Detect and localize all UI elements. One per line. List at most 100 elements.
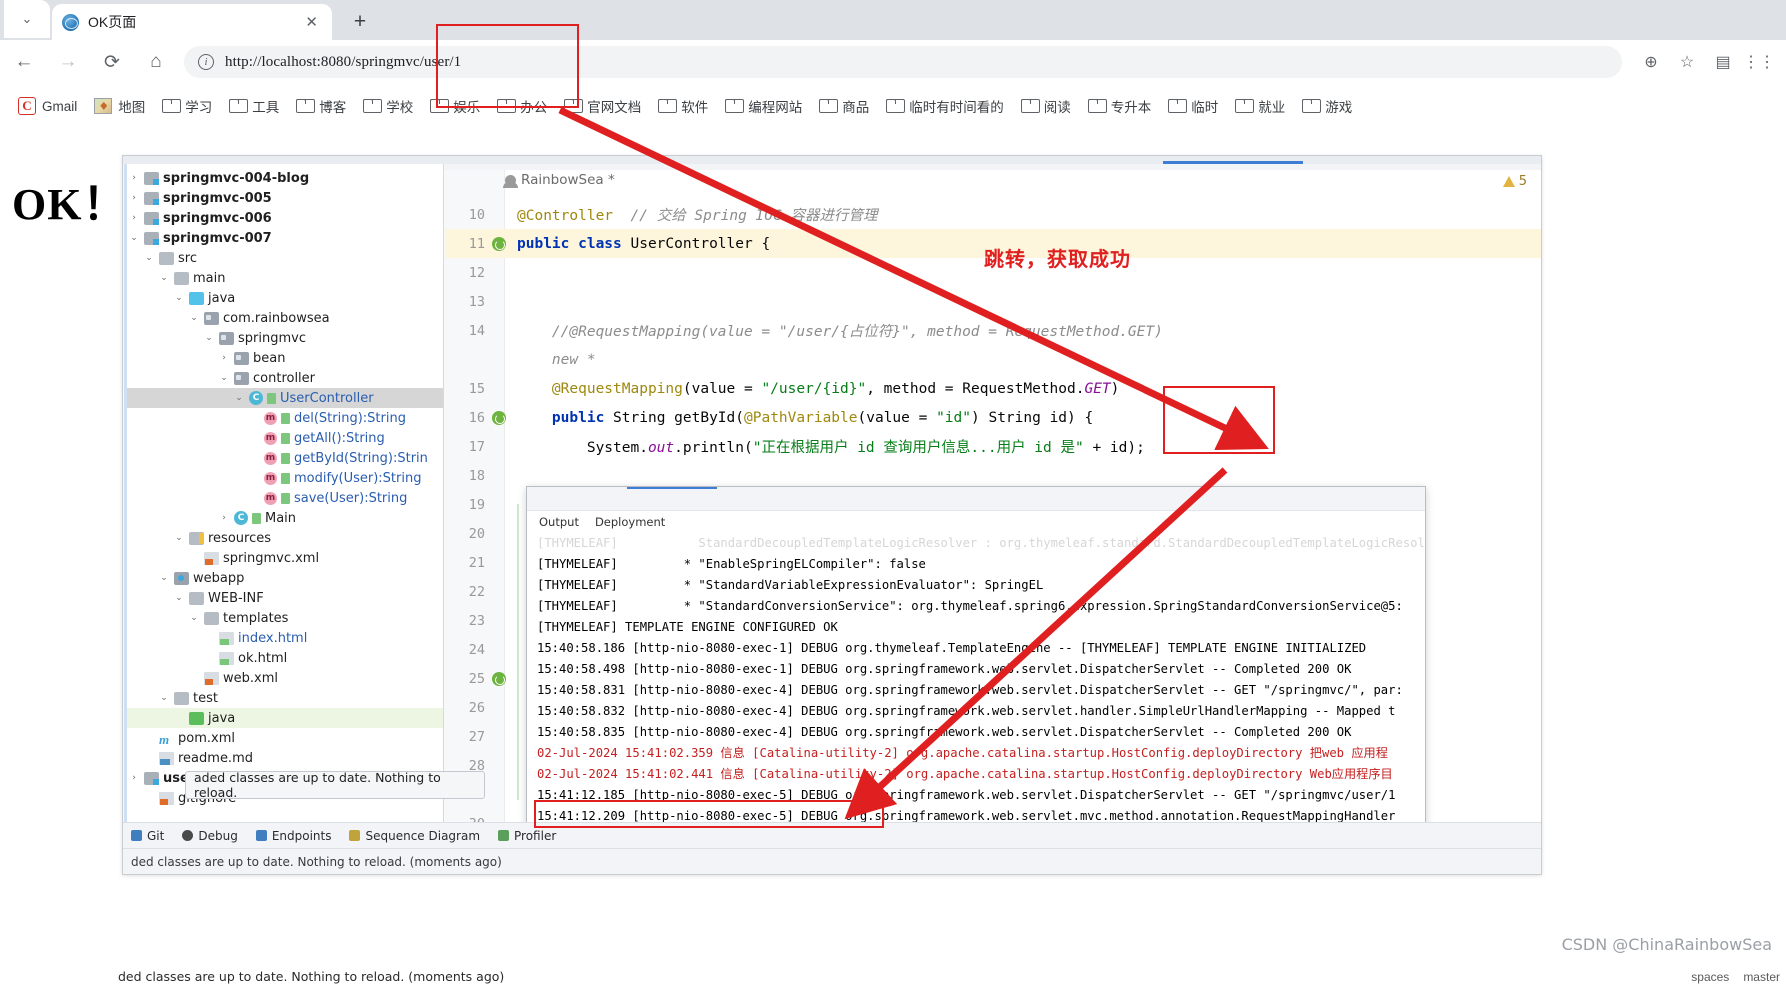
tree-item[interactable]: m getById(String):Strin — [124, 448, 443, 468]
bookmark-item[interactable]: 学习 — [154, 92, 220, 120]
bookmark-item[interactable]: 博客 — [288, 92, 354, 120]
spring-bean-gutter-icon[interactable] — [491, 236, 507, 251]
tree-item[interactable]: m save(User):String — [124, 488, 443, 508]
method-icon: m — [264, 431, 277, 445]
browser-menu-icon[interactable]: ⋮⋮ — [1742, 45, 1776, 79]
bookmark-item[interactable]: 软件 — [650, 92, 716, 120]
tree-item[interactable]: m modify(User):String — [124, 468, 443, 488]
chevron-down-icon[interactable]: ⌄ — [188, 613, 200, 623]
tree-item[interactable]: › C Main — [124, 508, 443, 528]
bookmark-item[interactable]: 阅读 — [1013, 92, 1079, 120]
tree-item[interactable]: ⌄ WEB-INF — [124, 588, 443, 608]
tree-item[interactable]: ok.html — [124, 648, 443, 668]
reload-icon[interactable]: ⟳ — [92, 42, 132, 82]
forward-icon[interactable]: → — [48, 42, 88, 82]
status-message-duplicate: ded classes are up to date. Nothing to r… — [118, 969, 505, 984]
bookmark-item[interactable]: 办公 — [489, 92, 555, 120]
tree-item[interactable]: java — [124, 708, 443, 728]
chevron-right-icon[interactable]: › — [128, 213, 140, 223]
chevron-down-icon[interactable]: ⌄ — [203, 333, 215, 343]
chevron-down-icon[interactable]: ⌄ — [143, 253, 155, 263]
chevron-down-icon[interactable]: ⌄ — [173, 533, 185, 543]
tab-search-button[interactable]: ⌄ — [4, 0, 50, 38]
run-console-panel[interactable]: Output Deployment [THYMELEAF] StandardDec… — [526, 486, 1426, 874]
tree-item[interactable]: ⌄ java — [124, 288, 443, 308]
chevron-right-icon[interactable]: › — [218, 513, 230, 523]
tool-sequence-diagram[interactable]: Sequence Diagram — [349, 829, 480, 843]
tool-window-bar[interactable]: Git Debug Endpoints Sequence Diagram Pro… — [123, 822, 1541, 848]
bookmark-item[interactable]: 就业 — [1227, 92, 1293, 120]
console-tabs[interactable]: Output Deployment — [527, 511, 1425, 533]
bookmark-item[interactable]: C Gmail — [10, 93, 85, 119]
new-tab-button[interactable]: + — [345, 7, 375, 37]
tree-item[interactable]: › springmvc-004-blog — [124, 168, 443, 188]
chevron-down-icon[interactable]: ⌄ — [158, 573, 170, 583]
tree-item[interactable]: ⌄ C UserController — [124, 388, 443, 408]
tree-item[interactable]: ⌄ springmvc — [124, 328, 443, 348]
tree-item[interactable]: ⌄ controller — [124, 368, 443, 388]
bookmark-star-icon[interactable]: ☆ — [1670, 45, 1704, 79]
close-icon[interactable]: ✕ — [301, 13, 322, 31]
tree-item[interactable]: ⌄ test — [124, 688, 443, 708]
tree-item[interactable]: m del(String):String — [124, 408, 443, 428]
project-tree-panel[interactable]: › springmvc-004-blog › springmvc-005 › spring… — [124, 164, 444, 824]
tree-item[interactable]: readme.md — [124, 748, 443, 768]
bookmark-item[interactable]: 地图 — [86, 92, 153, 120]
tree-item[interactable]: › bean — [124, 348, 443, 368]
chevron-down-icon[interactable]: ⌄ — [173, 593, 185, 603]
bookmark-item[interactable]: 专升本 — [1080, 92, 1160, 120]
bookmark-item[interactable]: 临时 — [1160, 92, 1226, 120]
tree-item[interactable]: ⌄ resources — [124, 528, 443, 548]
split-view-icon[interactable]: ▤ — [1706, 45, 1740, 79]
chevron-right-icon[interactable]: › — [128, 193, 140, 203]
tree-item[interactable]: m pom.xml — [124, 728, 443, 748]
bookmark-item[interactable]: 临时有时间看的 — [878, 92, 1012, 120]
tree-item[interactable]: ⌄ webapp — [124, 568, 443, 588]
chevron-down-icon[interactable]: ⌄ — [128, 233, 140, 243]
chevron-down-icon[interactable]: ⌄ — [188, 313, 200, 323]
spring-bean-gutter-icon[interactable] — [491, 671, 507, 686]
tree-item[interactable]: ⌄ src — [124, 248, 443, 268]
back-icon[interactable]: ← — [4, 42, 44, 82]
console-tab[interactable]: Deployment — [595, 515, 665, 529]
tree-item[interactable]: ⌄ com.rainbowsea — [124, 308, 443, 328]
chevron-right-icon[interactable]: › — [128, 173, 140, 183]
home-icon[interactable]: ⌂ — [136, 42, 176, 82]
line-number: 15 — [468, 380, 485, 397]
tree-item[interactable]: web.xml — [124, 668, 443, 688]
bookmark-item[interactable]: 娱乐 — [422, 92, 488, 120]
chevron-down-icon[interactable]: ⌄ — [233, 393, 245, 403]
tree-item[interactable]: m getAll():String — [124, 428, 443, 448]
chevron-down-icon[interactable]: ⌄ — [218, 373, 230, 383]
spring-bean-gutter-icon[interactable] — [491, 410, 507, 425]
tool-endpoints[interactable]: Endpoints — [255, 829, 331, 843]
tree-item[interactable]: › springmvc-005 — [124, 188, 443, 208]
chevron-down-icon[interactable]: ⌄ — [158, 273, 170, 283]
browser-tab[interactable]: OK页面 ✕ — [52, 4, 332, 40]
site-info-icon[interactable]: i — [198, 54, 214, 70]
tree-item[interactable]: springmvc.xml — [124, 548, 443, 568]
tool-profiler[interactable]: Profiler — [498, 829, 556, 843]
bookmark-item[interactable]: 编程网站 — [717, 92, 810, 120]
bookmark-item[interactable]: 商品 — [811, 92, 877, 120]
chevron-down-icon[interactable]: ⌄ — [158, 693, 170, 703]
zoom-icon[interactable]: ⊕ — [1634, 45, 1668, 79]
bookmark-item[interactable]: 游戏 — [1294, 92, 1360, 120]
inspection-warning-badge[interactable]: 5 — [1502, 174, 1527, 189]
tree-item[interactable]: ⌄ springmvc-007 — [124, 228, 443, 248]
tree-item[interactable]: ⌄ templates — [124, 608, 443, 628]
console-tab[interactable]: Output — [539, 515, 579, 529]
bookmark-item[interactable]: 官网文档 — [556, 92, 649, 120]
chevron-right-icon[interactable]: › — [218, 353, 230, 363]
address-bar[interactable]: i http://localhost:8080/springmvc/user/1 — [184, 46, 1622, 78]
tree-item[interactable]: ⌄ main — [124, 268, 443, 288]
reload-notification-balloon[interactable]: aded classes are up to date. Nothing to … — [185, 771, 485, 799]
bookmark-item[interactable]: 工具 — [221, 92, 287, 120]
bookmark-item[interactable]: 学校 — [355, 92, 421, 120]
tool-git[interactable]: Git — [131, 829, 164, 843]
tool-debug[interactable]: Debug — [182, 829, 238, 843]
chevron-right-icon[interactable]: › — [128, 773, 140, 783]
tree-item[interactable]: index.html — [124, 628, 443, 648]
chevron-down-icon[interactable]: ⌄ — [173, 293, 185, 303]
tree-item[interactable]: › springmvc-006 — [124, 208, 443, 228]
